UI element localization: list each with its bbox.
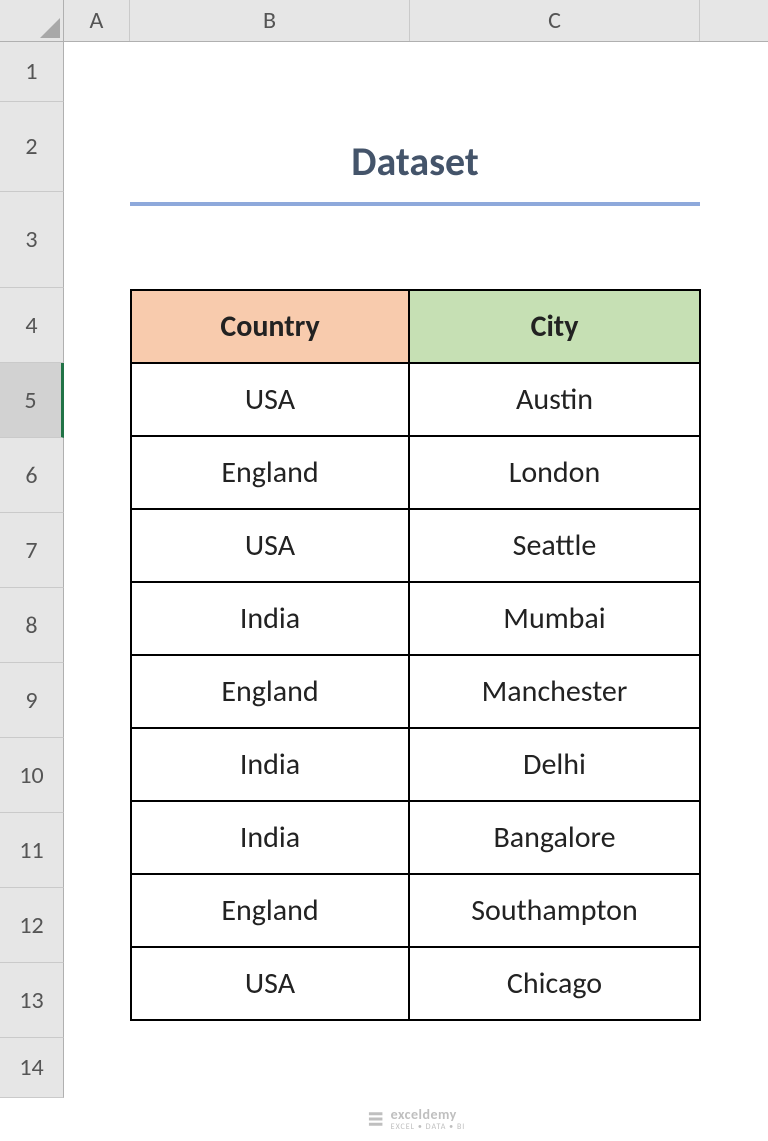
header-city[interactable]: City: [409, 290, 700, 363]
row-header-10[interactable]: 10: [0, 738, 64, 813]
row-header-8[interactable]: 8: [0, 588, 64, 663]
column-header-B[interactable]: B: [130, 0, 410, 41]
row-header-9[interactable]: 9: [0, 663, 64, 738]
cell-country[interactable]: USA: [131, 363, 409, 436]
column-headers-row: ABC: [64, 0, 768, 42]
cell-city[interactable]: Delhi: [409, 728, 700, 801]
table-row: USASeattle: [131, 509, 700, 582]
cell-country[interactable]: England: [131, 655, 409, 728]
cell-city[interactable]: Chicago: [409, 947, 700, 1020]
cell-city[interactable]: Bangalore: [409, 801, 700, 874]
row-header-12[interactable]: 12: [0, 888, 64, 963]
table-row: IndiaBangalore: [131, 801, 700, 874]
cell-country[interactable]: India: [131, 801, 409, 874]
column-header-A[interactable]: A: [64, 0, 130, 41]
cell-country[interactable]: India: [131, 728, 409, 801]
cell-city[interactable]: London: [409, 436, 700, 509]
table-row: USAAustin: [131, 363, 700, 436]
row-headers-column: 1234567891011121314: [0, 42, 64, 1098]
table-row: USAChicago: [131, 947, 700, 1020]
title-cell[interactable]: Dataset: [130, 120, 700, 206]
cell-country[interactable]: India: [131, 582, 409, 655]
row-header-7[interactable]: 7: [0, 513, 64, 588]
watermark-logo-icon: [367, 1110, 385, 1128]
watermark-text-wrap: exceldemy EXCEL • DATA • BI: [391, 1106, 466, 1131]
data-table: Country City USAAustinEnglandLondonUSASe…: [130, 289, 701, 1021]
row-header-1[interactable]: 1: [0, 42, 64, 102]
cell-city[interactable]: Austin: [409, 363, 700, 436]
cell-city[interactable]: Southampton: [409, 874, 700, 947]
cell-country[interactable]: USA: [131, 947, 409, 1020]
header-country[interactable]: Country: [131, 290, 409, 363]
column-header-C[interactable]: C: [410, 0, 700, 41]
cells-area[interactable]: Dataset Country City USAAustinEnglandLon…: [64, 42, 768, 1141]
cell-city[interactable]: Seattle: [409, 509, 700, 582]
row-header-2[interactable]: 2: [0, 102, 64, 192]
cell-country[interactable]: England: [131, 436, 409, 509]
table-row: IndiaDelhi: [131, 728, 700, 801]
row-header-13[interactable]: 13: [0, 963, 64, 1038]
table-row: IndiaMumbai: [131, 582, 700, 655]
row-header-3[interactable]: 3: [0, 192, 64, 288]
cell-country[interactable]: USA: [131, 509, 409, 582]
table-row: EnglandLondon: [131, 436, 700, 509]
cell-city[interactable]: Mumbai: [409, 582, 700, 655]
spreadsheet-grid: ABC 1234567891011121314 Dataset Country …: [0, 0, 768, 1141]
table-row: EnglandSouthampton: [131, 874, 700, 947]
row-header-14[interactable]: 14: [0, 1038, 64, 1098]
row-header-4[interactable]: 4: [0, 288, 64, 363]
table-row: EnglandManchester: [131, 655, 700, 728]
row-header-6[interactable]: 6: [0, 438, 64, 513]
watermark-tagline: EXCEL • DATA • BI: [391, 1123, 466, 1131]
cell-city[interactable]: Manchester: [409, 655, 700, 728]
cell-country[interactable]: England: [131, 874, 409, 947]
row-header-11[interactable]: 11: [0, 813, 64, 888]
select-all-corner[interactable]: [0, 0, 64, 42]
watermark-brand: exceldemy: [391, 1106, 457, 1123]
watermark: exceldemy EXCEL • DATA • BI: [367, 1106, 466, 1131]
row-header-5[interactable]: 5: [0, 363, 64, 438]
